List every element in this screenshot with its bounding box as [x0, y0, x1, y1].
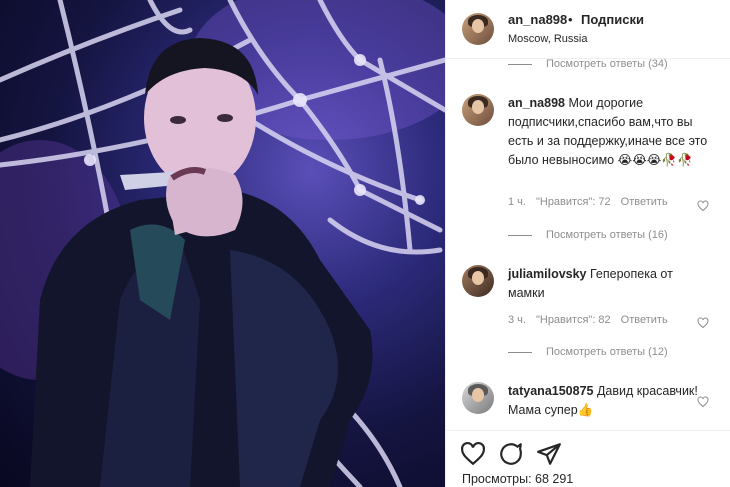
comment-meta: 1 ч. "Нравится": 72 Ответить [508, 196, 668, 208]
comment-username[interactable]: juliamilovsky [508, 267, 587, 281]
avatar[interactable] [462, 13, 494, 45]
reply-button[interactable]: Ответить [621, 314, 668, 326]
comment-list[interactable]: Посмотреть ответы (34) an_na898 Мои доро… [446, 58, 730, 430]
comment-icon[interactable] [498, 441, 524, 467]
comment-meta: 3 ч. "Нравится": 82 Ответить [508, 314, 668, 326]
avatar[interactable] [462, 382, 494, 414]
post-location[interactable]: Moscow, Russia [508, 33, 587, 45]
comment-username[interactable]: an_na898 [508, 96, 565, 110]
video-frame [0, 0, 445, 487]
separator-dot: • [568, 12, 573, 27]
heart-icon[interactable] [697, 396, 709, 408]
post-username[interactable]: an_na898 [508, 12, 567, 27]
comment-text: tatyana150875 Давид красавчик! Мама супе… [508, 382, 708, 420]
comment-text: an_na898 Мои дорогие подписчики,спасибо … [508, 94, 708, 170]
comment-time[interactable]: 1 ч. [508, 196, 526, 208]
reply-button[interactable]: Ответить [621, 196, 668, 208]
replies-line [508, 63, 532, 65]
view-replies-label: Посмотреть ответы (34) [546, 58, 668, 70]
avatar[interactable] [462, 94, 494, 126]
view-replies-button[interactable]: Посмотреть ответы (16) [508, 229, 668, 241]
heart-icon[interactable] [697, 317, 709, 329]
following-button[interactable]: Подписки [581, 12, 644, 27]
post-header: an_na898 • Подписки Moscow, Russia [446, 0, 730, 59]
view-replies-label: Посмотреть ответы (12) [546, 346, 668, 358]
comment-likes[interactable]: "Нравится": 82 [536, 314, 611, 326]
post-video[interactable] [0, 0, 445, 487]
comment-username[interactable]: tatyana150875 [508, 384, 593, 398]
view-replies-label: Посмотреть ответы (16) [546, 229, 668, 241]
view-replies-button[interactable]: Посмотреть ответы (12) [508, 346, 668, 358]
share-icon[interactable] [536, 441, 562, 467]
views-count[interactable]: Просмотры: 68 291 [462, 472, 573, 486]
heart-icon[interactable] [697, 200, 709, 212]
view-replies-button[interactable]: Посмотреть ответы (34) [508, 58, 668, 70]
comments-panel: an_na898 • Подписки Moscow, Russia Посмо… [445, 0, 730, 487]
replies-line [508, 234, 532, 236]
comment-text: juliamilovsky Геперопека от мамки [508, 265, 708, 303]
comment-likes[interactable]: "Нравится": 72 [536, 196, 611, 208]
avatar[interactable] [462, 265, 494, 297]
comment-time[interactable]: 3 ч. [508, 314, 526, 326]
heart-icon[interactable] [460, 441, 486, 467]
replies-line [508, 351, 532, 353]
